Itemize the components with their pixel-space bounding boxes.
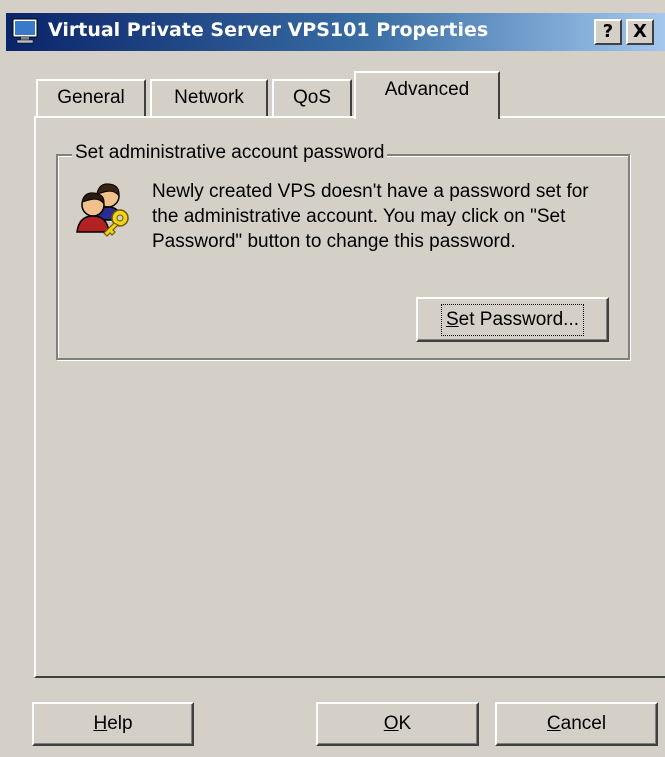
help-button[interactable]: Help — [32, 702, 194, 746]
tab-network-label: Network — [174, 87, 244, 108]
tab-general-label: General — [57, 87, 125, 108]
ok-button[interactable]: OK — [316, 702, 479, 746]
tab-network[interactable]: Network — [150, 79, 268, 117]
set-password-label: Set Password... — [440, 303, 585, 336]
tab-advanced-label: Advanced — [384, 79, 470, 100]
password-description: Newly created VPS doesn't have a passwor… — [152, 181, 589, 252]
cancel-button[interactable]: Cancel — [495, 702, 658, 746]
title-bar[interactable]: Virtual Private Server VPS101 Properties… — [6, 13, 665, 51]
tab-general[interactable]: General — [36, 79, 146, 117]
help-accel: H — [93, 713, 108, 734]
cancel-label-rest: ancel — [560, 713, 607, 734]
properties-dialog: Virtual Private Server VPS101 Properties… — [0, 0, 665, 757]
title-help-button[interactable]: ? — [594, 19, 622, 45]
set-password-accel: S — [445, 308, 459, 330]
tab-qos-label: QoS — [292, 87, 332, 108]
users-key-icon — [76, 183, 129, 237]
set-password-label-rest: et Password... — [458, 308, 580, 330]
group-title: Set administrative account password — [72, 142, 388, 164]
ok-label-rest: K — [398, 713, 412, 734]
window-title: Virtual Private Server VPS101 Properties — [48, 19, 489, 41]
help-label-rest: elp — [107, 713, 133, 734]
tab-advanced[interactable]: Advanced — [354, 71, 500, 119]
server-icon — [12, 18, 38, 44]
tab-qos[interactable]: QoS — [272, 79, 352, 117]
set-password-button[interactable]: Set Password... — [416, 297, 609, 342]
ok-accel: O — [383, 713, 399, 734]
title-close-button[interactable]: X — [626, 19, 654, 45]
cancel-accel: C — [546, 713, 561, 734]
